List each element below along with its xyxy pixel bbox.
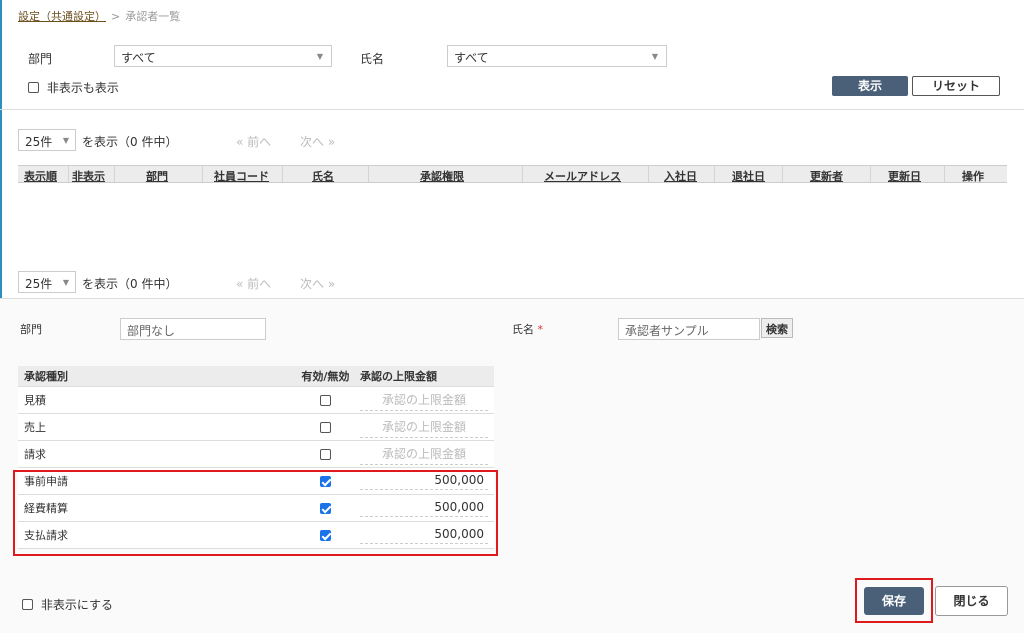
- header-limit-amount: 承認の上限金額: [354, 366, 494, 387]
- table-row: 売上 承認の上限金額: [18, 413, 494, 441]
- search-button[interactable]: 検索: [761, 318, 793, 338]
- show-hidden-option[interactable]: 非表示も表示: [28, 79, 119, 96]
- close-button[interactable]: 閉じる: [935, 586, 1008, 616]
- column-header-updated-date[interactable]: 更新日: [888, 168, 921, 184]
- prev-page-link[interactable]: « 前へ: [236, 275, 271, 292]
- column-header-department[interactable]: 部門: [146, 168, 168, 184]
- enabled-checkbox[interactable]: [319, 421, 331, 433]
- per-page-value: 25件: [25, 277, 53, 291]
- header-enabled: 有効/無効: [296, 366, 354, 387]
- name-filter-label: 氏名: [360, 52, 385, 66]
- per-page-value: 25件: [25, 135, 53, 149]
- reset-button[interactable]: リセット: [912, 76, 1000, 96]
- column-header-display-order[interactable]: 表示順: [24, 168, 57, 184]
- column-header-hidden[interactable]: 非表示: [72, 168, 105, 184]
- form-name-field[interactable]: 承認者サンプル: [618, 318, 760, 340]
- chevron-down-icon: ▼: [651, 52, 658, 61]
- limit-amount-input[interactable]: 承認の上限金額: [360, 389, 488, 411]
- column-header-approval-authority[interactable]: 承認権限: [420, 168, 464, 184]
- column-header-hire-date[interactable]: 入社日: [664, 168, 697, 184]
- pager-summary: を表示（0 件中）: [82, 135, 178, 149]
- approval-type-cell: 見積: [18, 386, 297, 414]
- next-page-link[interactable]: 次へ »: [300, 275, 335, 292]
- chevron-down-icon: ▼: [316, 52, 323, 61]
- name-filter-select[interactable]: すべて ▼: [447, 45, 667, 67]
- limit-amount-input[interactable]: 承認の上限金額: [360, 443, 488, 465]
- filter-panel: 部門 すべて ▼ 氏名 すべて ▼ 非表示も表示 表示 リセット: [0, 34, 1024, 110]
- form-dept-field[interactable]: 部門なし: [120, 318, 266, 340]
- approval-type-cell: 売上: [18, 413, 297, 441]
- form-name-label: 氏名 *: [512, 321, 543, 337]
- form-dept-label: 部門: [20, 323, 42, 336]
- list-table-header: 表示順 非表示 部門 社員コード 氏名 承認権限 メールアドレス 入社日 退社日…: [18, 165, 1007, 183]
- breadcrumb-parent-link[interactable]: 設定（共通設定）: [18, 10, 106, 23]
- chevron-down-icon: ▼: [62, 136, 69, 145]
- required-mark: *: [537, 323, 544, 336]
- column-header-name[interactable]: 氏名: [312, 168, 334, 184]
- form-name-label-text: 氏名: [512, 323, 534, 336]
- hide-label: 非表示にする: [40, 598, 113, 612]
- prev-page-link[interactable]: « 前へ: [236, 133, 271, 150]
- breadcrumb-separator: >: [111, 10, 121, 23]
- column-header-employee-code[interactable]: 社員コード: [214, 168, 269, 184]
- table-row: 見積 承認の上限金額: [18, 386, 494, 414]
- column-header-leave-date[interactable]: 退社日: [732, 168, 765, 184]
- approval-table-header: 承認種別 有効/無効 承認の上限金額: [18, 366, 494, 387]
- breadcrumb-current: 承認者一覧: [125, 10, 181, 23]
- show-hidden-checkbox[interactable]: [28, 82, 39, 93]
- column-header-email[interactable]: メールアドレス: [544, 168, 621, 184]
- enabled-checkbox[interactable]: [319, 448, 331, 460]
- name-filter-value: すべて: [454, 51, 489, 65]
- per-page-select[interactable]: 25件 ▼: [18, 129, 76, 151]
- column-header-updated-by[interactable]: 更新者: [810, 168, 843, 184]
- enabled-checkbox[interactable]: [319, 394, 331, 406]
- hide-option[interactable]: 非表示にする: [22, 596, 113, 613]
- approval-type-cell: 請求: [18, 440, 297, 468]
- limit-amount-input[interactable]: 承認の上限金額: [360, 416, 488, 438]
- table-row: 請求 承認の上限金額: [18, 440, 494, 468]
- save-button[interactable]: 保存: [864, 587, 924, 615]
- column-header-actions: 操作: [962, 170, 984, 183]
- display-button[interactable]: 表示: [832, 76, 908, 96]
- next-page-link[interactable]: 次へ »: [300, 133, 335, 150]
- per-page-select[interactable]: 25件 ▼: [18, 271, 76, 293]
- header-approval-type: 承認種別: [18, 366, 297, 387]
- breadcrumb: 設定（共通設定） > 承認者一覧: [18, 8, 180, 24]
- chevron-down-icon: ▼: [62, 278, 69, 287]
- dept-filter-value: すべて: [121, 51, 156, 65]
- hide-checkbox[interactable]: [22, 599, 33, 610]
- dept-filter-select[interactable]: すべて ▼: [114, 45, 332, 67]
- show-hidden-label: 非表示も表示: [46, 81, 119, 95]
- dept-filter-label: 部門: [28, 52, 53, 66]
- pager-summary: を表示（0 件中）: [82, 277, 178, 291]
- highlight-enabled-rows: [13, 470, 498, 556]
